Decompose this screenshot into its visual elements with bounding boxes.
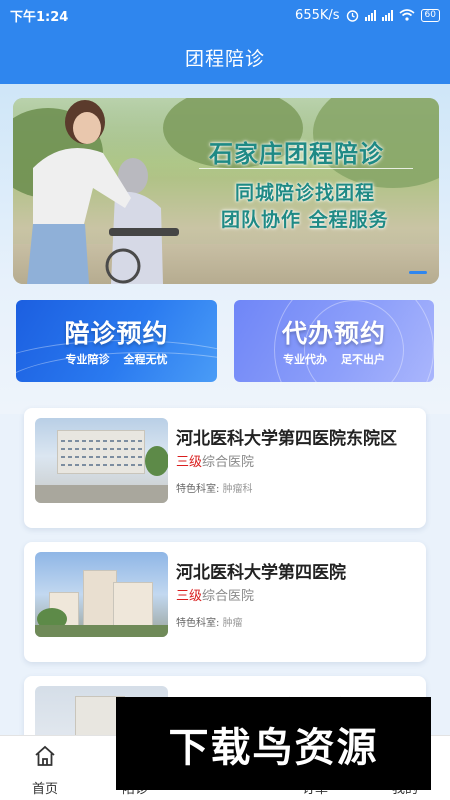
page-title: 团程陪诊 — [184, 47, 265, 70]
hospital-card[interactable]: 河北医科大学第四医院东院区 三级综合医院 特色科室: 肿瘤科 — [24, 408, 426, 528]
watermark: 下载鸟资源 — [116, 697, 431, 790]
escort-booking-tags: 专业陪诊 全程无忧 — [65, 353, 168, 366]
net-speed: 655K/s — [295, 7, 340, 23]
battery-icon: 60 — [420, 8, 440, 22]
home-icon — [35, 745, 55, 766]
escort-booking-title: 陪诊预约 — [64, 319, 169, 348]
hospital-name: 河北医科大学第四医院东院区 — [176, 429, 397, 449]
status-bar: 下午1:24 655K/s 60 — [0, 0, 450, 30]
carousel-indicator[interactable] — [409, 271, 427, 274]
banner-photo — [13, 98, 439, 284]
promo-banner[interactable]: 石家庄团程陪诊 同城陪诊找团程 团队协作 全程服务 — [13, 98, 439, 284]
hospital-grade: 三级 — [176, 589, 203, 604]
hospital-card[interactable]: 河北医科大学第四医院 三级综合医院 特色科室: 肿瘤 — [24, 542, 426, 662]
caregiver-figure — [27, 100, 179, 284]
hospital-level: 三级综合医院 — [176, 451, 254, 470]
hospital-name: 河北医科大学第四医院 — [176, 563, 346, 583]
alarm-icon — [346, 9, 358, 22]
banner-headline: 石家庄团程陪诊 — [209, 140, 384, 168]
escort-booking-button[interactable]: 陪诊预约 专业陪诊 全程无忧 — [16, 300, 217, 382]
hospital-dept: 特色科室: 肿瘤 — [176, 618, 243, 629]
hospital-level: 三级综合医院 — [176, 585, 254, 604]
status-indicators: 655K/s 60 — [295, 8, 440, 23]
banner-line2: 团队协作 全程服务 — [221, 209, 389, 231]
tab-home-label: 首页 — [31, 782, 58, 797]
status-time: 下午1:24 — [10, 9, 69, 25]
hospital-dept: 特色科室: 肿瘤科 — [176, 484, 253, 495]
hospital-photo — [35, 418, 168, 503]
page-header: 团程陪诊 — [0, 30, 450, 84]
hospital-photo — [35, 552, 168, 637]
signal-icon — [381, 9, 393, 21]
hospital-type: 综合医院 — [202, 455, 255, 470]
banner-divider — [199, 168, 413, 169]
hospital-type: 综合医院 — [202, 589, 255, 604]
hd-signal-icon — [364, 9, 376, 21]
wifi-icon — [399, 9, 415, 21]
errand-booking-title: 代办预约 — [281, 319, 386, 348]
banner-line1: 同城陪诊找团程 — [235, 182, 376, 204]
hospital-grade: 三级 — [176, 455, 203, 470]
errand-booking-tags: 专业代办 足不出户 — [283, 353, 385, 366]
errand-booking-button[interactable]: 代办预约 专业代办 足不出户 — [234, 300, 434, 382]
tab-home[interactable]: 首页 — [0, 736, 90, 800]
